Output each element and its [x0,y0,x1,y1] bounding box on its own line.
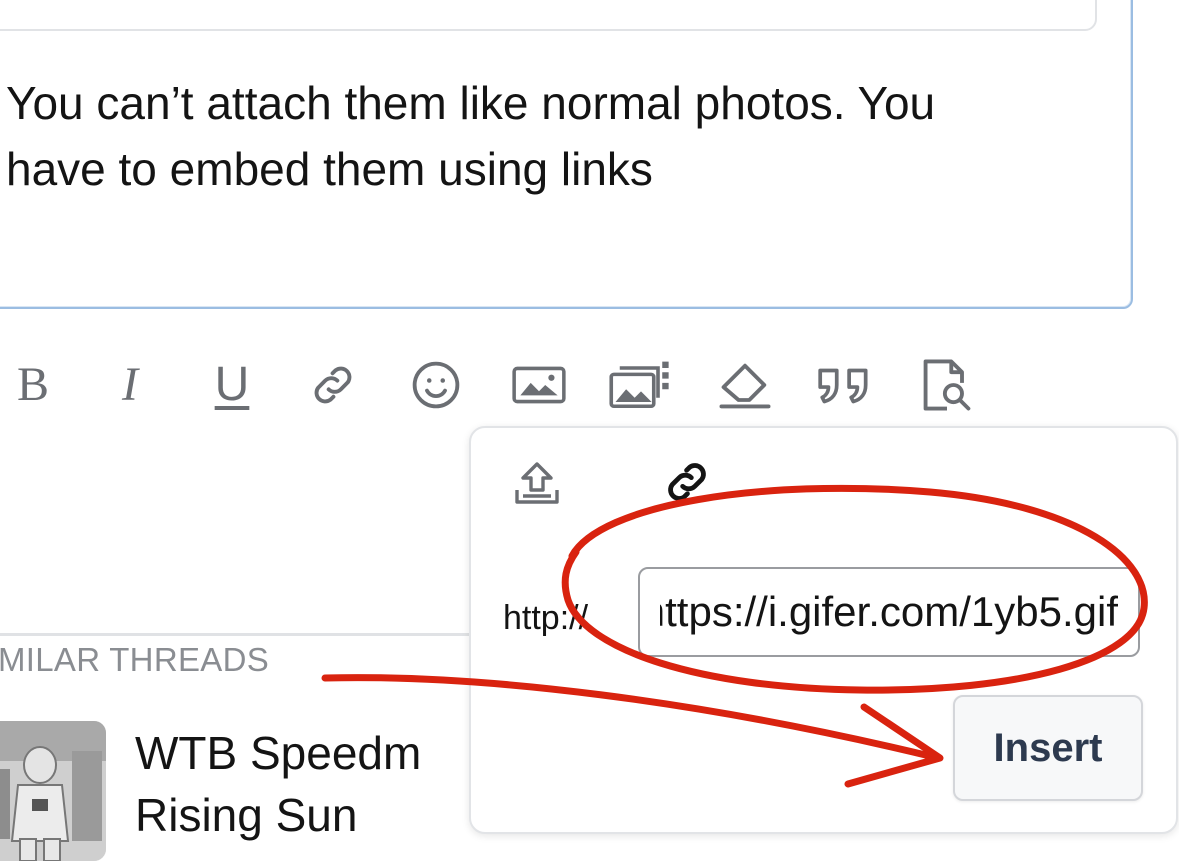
link-icon [314,366,352,404]
media-gallery-icon [609,361,669,409]
preview-icon [923,359,971,411]
insert-image-button[interactable] [508,350,570,420]
quote-icon [818,368,868,404]
similar-threads-heading: MILAR THREADS [0,641,270,678]
image-icon [512,366,566,404]
upload-icon [515,462,559,504]
image-url-input[interactable] [638,567,1140,657]
bold-button[interactable]: B [8,350,58,420]
astronaut-thumbnail-image [0,721,106,861]
italic-button[interactable]: I [105,350,155,420]
insert-image-popup: http:// Insert [469,426,1178,834]
smiley-icon [412,361,460,409]
by-url-tab[interactable] [657,452,717,512]
italic-icon: I [122,358,138,411]
eraser-icon [719,363,771,409]
upload-tab[interactable] [507,454,567,514]
media-button[interactable] [606,350,676,420]
thread-thumbnail[interactable] [0,721,106,861]
preview-button[interactable] [914,350,980,420]
underline-icon: U [214,358,250,411]
link-icon [668,463,706,501]
editor-toolbar: B I U [0,350,1000,420]
link-button[interactable] [305,350,361,420]
remove-formatting-button[interactable] [714,350,776,420]
bold-icon: B [16,358,49,411]
editor-message-text[interactable]: You can’t attach them like normal photos… [6,70,1106,202]
similar-threads-divider [0,633,500,636]
underline-button[interactable]: U [204,350,260,420]
smilies-button[interactable] [408,350,464,420]
url-prefix-label: http:// [503,599,589,637]
quote-button[interactable] [812,350,878,420]
insert-button[interactable]: Insert [953,695,1143,801]
